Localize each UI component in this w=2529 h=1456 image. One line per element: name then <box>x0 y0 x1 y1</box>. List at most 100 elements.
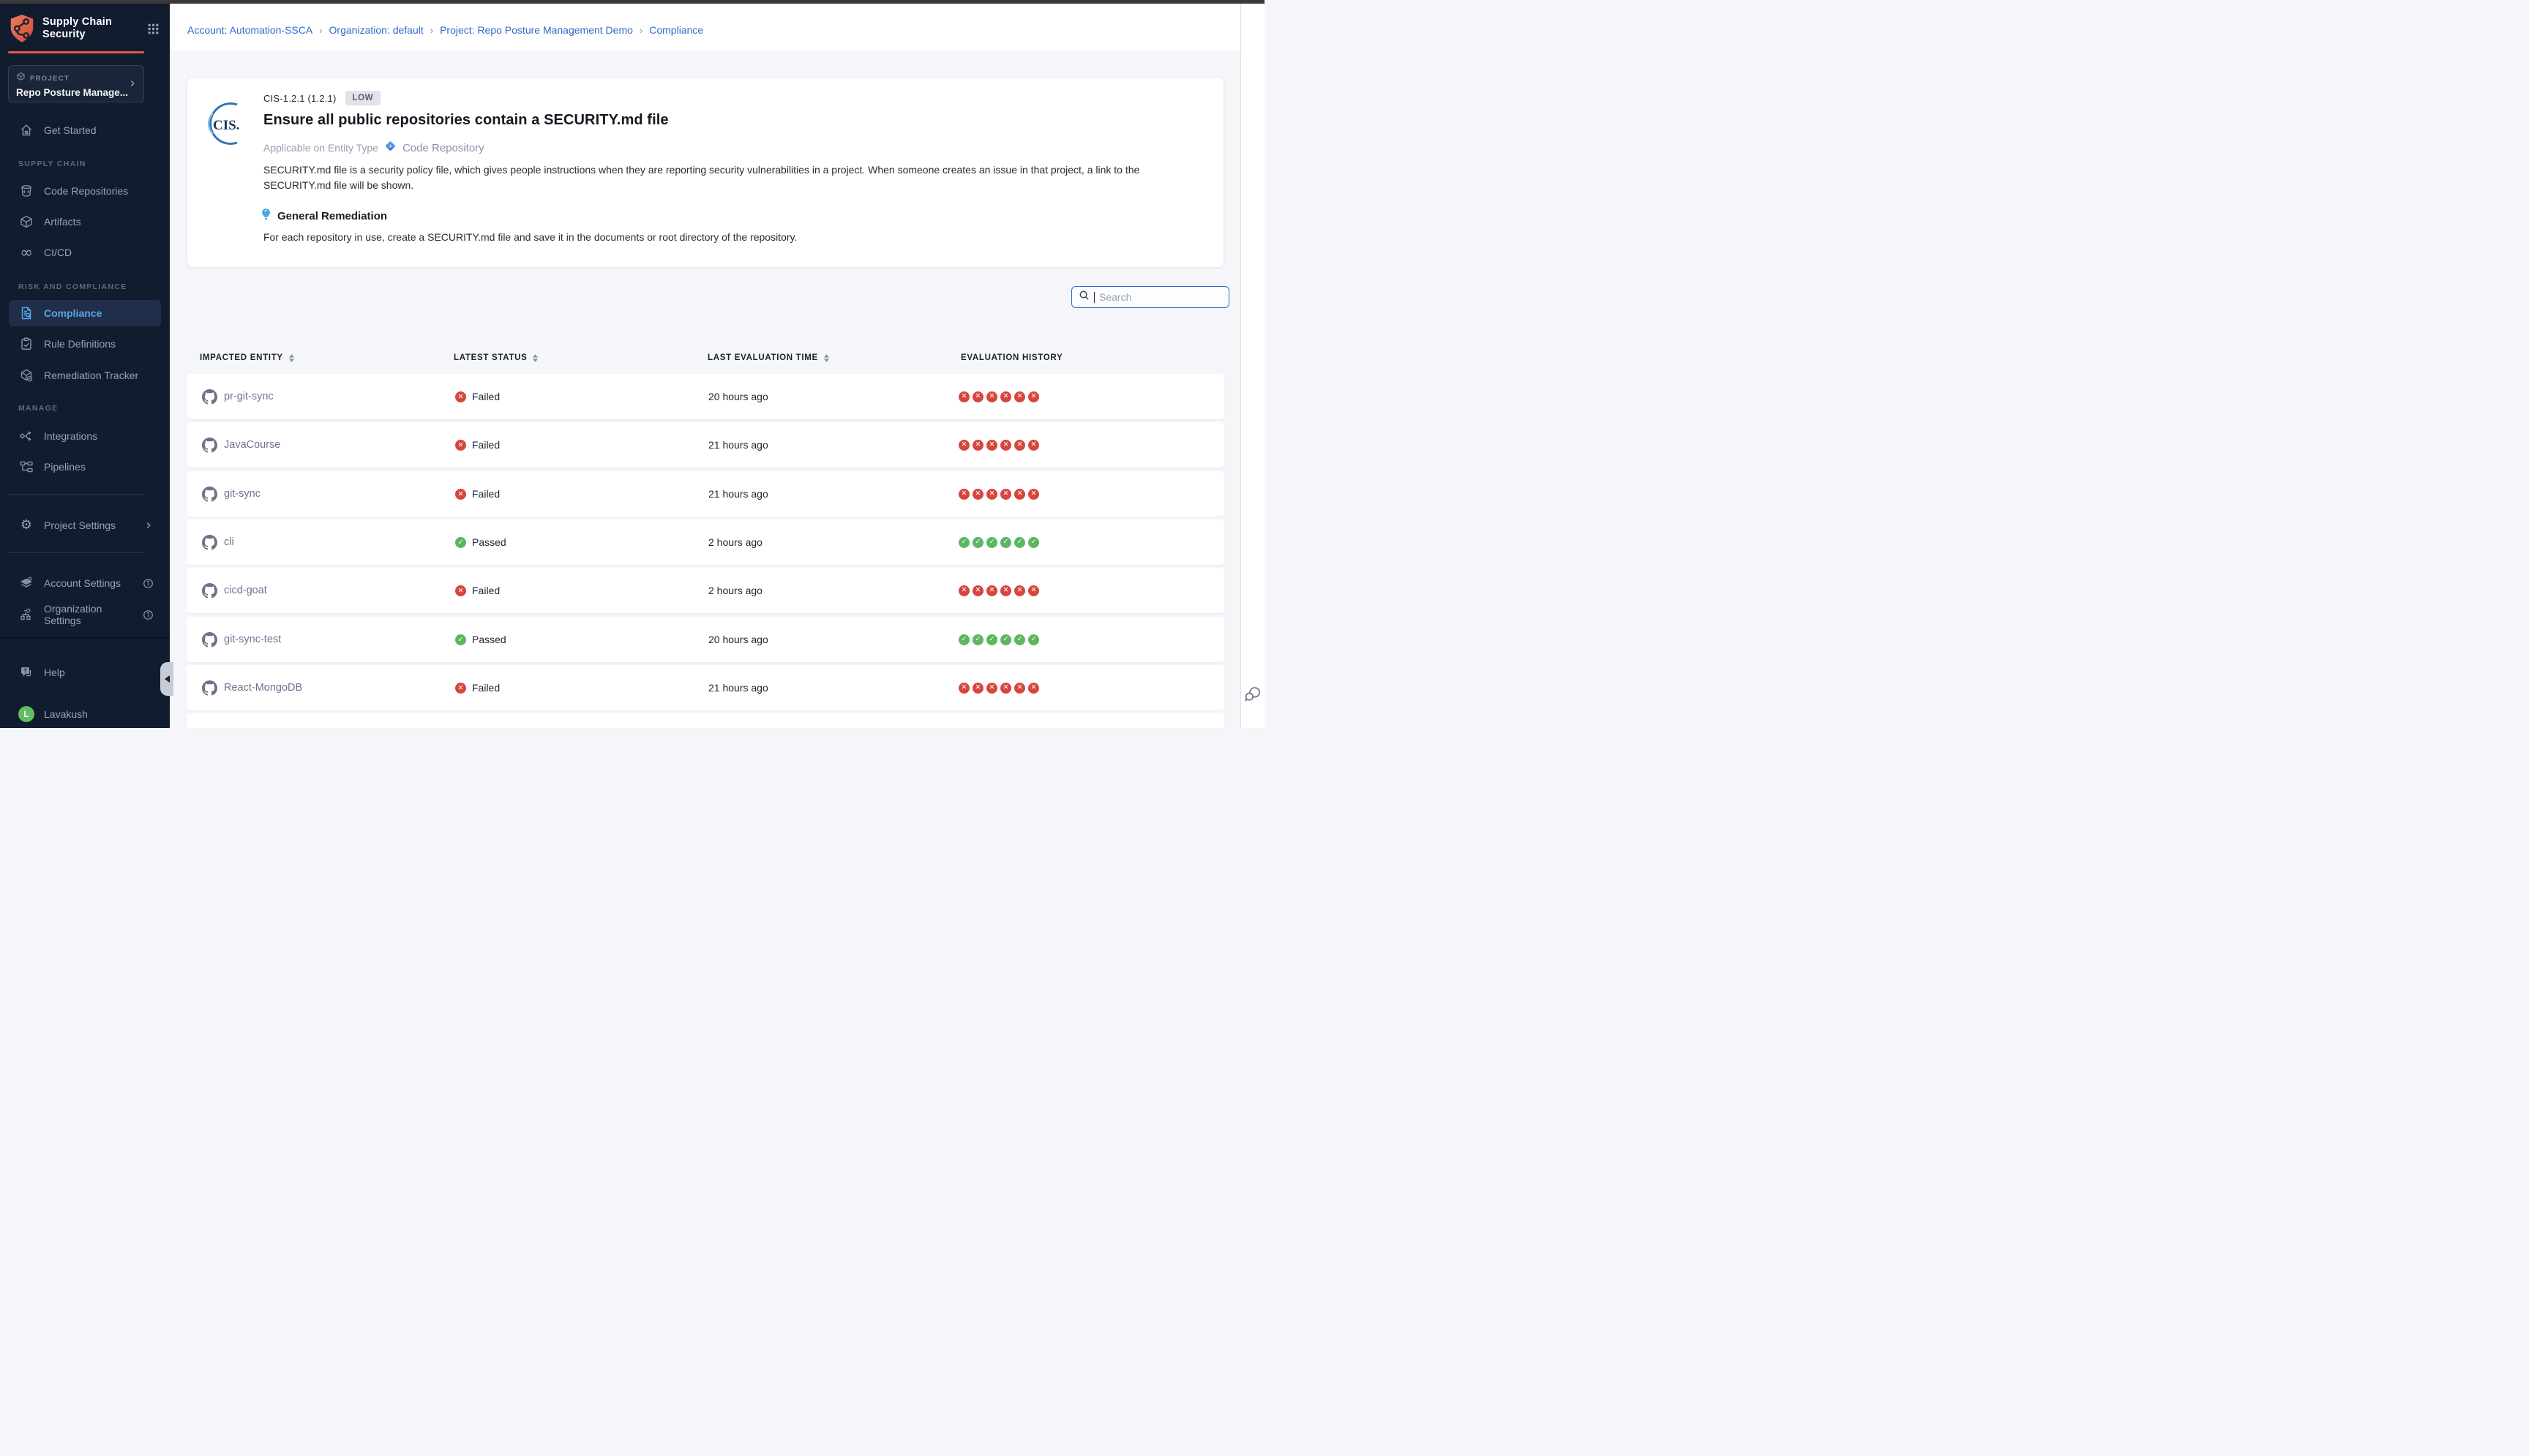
status-label: Failed <box>472 488 500 500</box>
sidebar-item-label: Integrations <box>44 430 97 442</box>
sidebar-item-label: Project Settings <box>44 519 116 531</box>
evaluation-history <box>959 374 1039 419</box>
breadcrumb-separator: › <box>430 25 433 36</box>
sidebar-item-integrations[interactable]: Integrations <box>9 423 161 449</box>
latest-status: Failed <box>455 422 500 468</box>
project-selector[interactable]: PROJECT Repo Posture Manage... <box>8 65 144 102</box>
gear-icon: ⚙ <box>18 519 34 532</box>
sidebar-item-label: CI/CD <box>44 247 72 258</box>
history-pass-icon <box>1014 634 1025 645</box>
search-box <box>1071 286 1229 308</box>
org-chart-gear-icon <box>18 607 34 622</box>
history-fail-icon <box>959 489 970 500</box>
sort-icon <box>823 353 830 363</box>
column-header-impacted-entity[interactable]: IMPACTED ENTITY <box>200 350 295 365</box>
lightbulb-icon <box>261 208 271 225</box>
status-label: Failed <box>472 391 500 402</box>
history-fail-icon <box>1028 440 1039 451</box>
breadcrumb-account[interactable]: Account: Automation-SSCA <box>187 24 312 36</box>
column-header-last-evaluation-time[interactable]: LAST EVALUATION TIME <box>708 350 830 365</box>
last-evaluation-time: 2 hours ago <box>708 519 763 565</box>
breadcrumb-separator: › <box>640 25 642 36</box>
status-icon <box>455 683 466 694</box>
sidebar-item-code-repositories[interactable]: Code Repositories <box>9 178 161 204</box>
sidebar-item-project-settings[interactable]: ⚙ Project Settings <box>9 512 161 539</box>
module-grid-icon[interactable] <box>144 20 162 38</box>
remediation-text: For each repository in use, create a SEC… <box>263 231 797 243</box>
history-fail-icon <box>973 585 984 596</box>
table-row[interactable]: cicd-goat Failed 2 hours ago <box>187 568 1224 613</box>
svg-text:?: ? <box>23 667 27 674</box>
table-row[interactable]: React-MongoDB Failed 21 hours ago <box>187 665 1224 710</box>
breadcrumb-separator: › <box>319 25 322 36</box>
status-icon <box>455 537 466 548</box>
entity-name-link[interactable]: pr-git-sync <box>224 391 274 402</box>
latest-status: Failed <box>455 471 500 517</box>
breadcrumb-compliance[interactable]: Compliance <box>649 24 703 36</box>
table-row[interactable]: git-sync-test Passed 20 hours ago <box>187 617 1224 662</box>
table-row[interactable]: Passed <box>187 713 1224 728</box>
history-pass-icon <box>986 537 997 548</box>
history-fail-icon <box>1000 391 1011 402</box>
sidebar-item-rule-definitions[interactable]: Rule Definitions <box>9 331 161 357</box>
entity-name-link[interactable]: cli <box>224 536 234 548</box>
artifacts-box-icon <box>18 214 34 229</box>
table-row[interactable]: cli Passed 2 hours ago <box>187 519 1224 565</box>
history-fail-icon <box>959 391 970 402</box>
history-pass-icon <box>973 634 984 645</box>
sidebar-item-organization-settings[interactable]: Organization Settings <box>9 601 161 628</box>
entity-name-link[interactable]: git-sync-test <box>224 634 281 645</box>
sidebar-divider <box>8 494 144 495</box>
code-repository-diamond-icon: ‹/› <box>384 140 397 156</box>
status-icon <box>455 634 466 645</box>
column-header-latest-status[interactable]: LATEST STATUS <box>454 350 539 365</box>
history-fail-icon <box>959 683 970 694</box>
info-icon[interactable] <box>143 578 154 589</box>
sidebar-item-pipelines[interactable]: Pipelines <box>9 454 161 480</box>
chat-feedback-icon[interactable] <box>1243 685 1262 708</box>
status-label: Failed <box>472 585 500 596</box>
user-avatar: L <box>18 706 34 722</box>
help-chat-icon: ? <box>18 665 34 680</box>
applicable-label: Applicable on Entity Type <box>263 142 378 154</box>
history-fail-icon <box>1028 391 1039 402</box>
section-risk-and-compliance: RISK AND COMPLIANCE <box>18 282 127 291</box>
status-label: Passed <box>472 536 506 548</box>
history-pass-icon <box>1028 537 1039 548</box>
remediation-heading: General Remediation <box>277 210 387 222</box>
compliance-doc-search-icon <box>18 306 34 320</box>
table-row[interactable]: JavaCourse Failed 21 hours ago <box>187 422 1224 468</box>
sidebar-item-artifacts[interactable]: Artifacts <box>9 209 161 235</box>
history-fail-icon <box>1014 440 1025 451</box>
sidebar-item-help[interactable]: ? Help <box>9 659 161 686</box>
evaluation-history <box>959 713 1039 728</box>
entity-name-link[interactable]: git-sync <box>224 488 261 500</box>
section-manage: MANAGE <box>18 404 58 413</box>
sidebar-item-remediation-tracker[interactable]: Remediation Tracker <box>9 362 161 389</box>
sidebar: Supply Chain Security PROJECT Repo Postu… <box>0 4 170 728</box>
search-input[interactable] <box>1099 291 1216 303</box>
breadcrumb-project[interactable]: Project: Repo Posture Management Demo <box>440 24 633 36</box>
entity-name-link[interactable]: JavaCourse <box>224 439 280 451</box>
github-icon <box>202 389 217 405</box>
sidebar-item-get-started[interactable]: Get Started <box>9 117 161 143</box>
table-row[interactable]: pr-git-sync Failed 20 hours ago <box>187 374 1224 419</box>
sidebar-item-account-settings[interactable]: Account Settings <box>9 570 161 596</box>
status-icon <box>455 440 466 451</box>
sidebar-collapse-handle[interactable] <box>160 662 173 696</box>
sidebar-item-label: Rule Definitions <box>44 338 116 350</box>
entity-name-link[interactable]: cicd-goat <box>224 585 267 596</box>
status-label: Failed <box>472 439 500 451</box>
sidebar-item-label: Compliance <box>44 307 102 319</box>
entity-name-link[interactable]: React-MongoDB <box>224 682 302 694</box>
sidebar-item-cicd[interactable]: ∞ CI/CD <box>9 239 161 266</box>
breadcrumb-organization[interactable]: Organization: default <box>329 24 424 36</box>
sidebar-item-compliance[interactable]: Compliance <box>9 300 161 326</box>
evaluation-history <box>959 422 1039 468</box>
info-icon[interactable] <box>143 609 154 620</box>
home-icon <box>18 123 34 138</box>
history-fail-icon <box>1014 683 1025 694</box>
table-row[interactable]: git-sync Failed 21 hours ago <box>187 471 1224 517</box>
code-repositories-icon <box>18 184 34 198</box>
sidebar-item-user[interactable]: L Lavakush <box>9 701 161 727</box>
